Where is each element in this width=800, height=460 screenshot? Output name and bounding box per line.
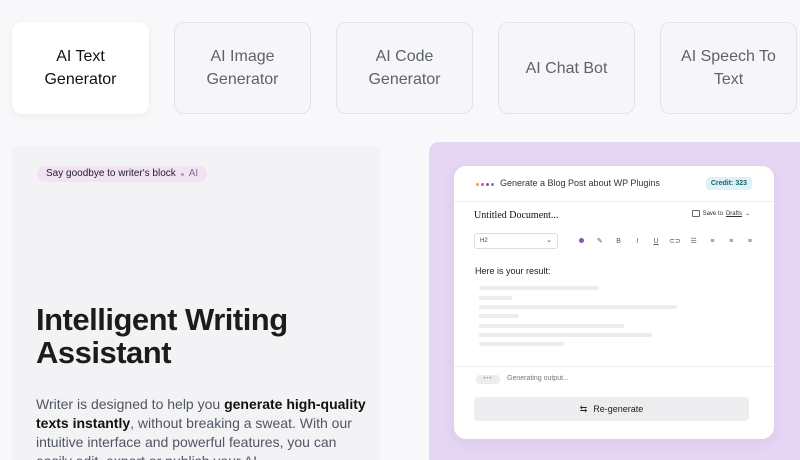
italic-icon[interactable]: I [631,238,643,245]
skeleton-line [479,324,624,328]
dot-1 [476,183,479,186]
dot-2 [481,183,484,186]
save-to-drafts-button[interactable]: Save to Drafts ⌄ [691,210,750,217]
tab-ai-chat-bot[interactable]: AI Chat Bot [498,22,635,114]
color-dot-icon[interactable] [575,237,587,245]
skeleton-line [479,314,519,318]
document-title[interactable]: Untitled Document... [474,210,558,221]
swap-arrows-icon: ⇆ [579,403,588,414]
toolbar-icons: ✎ B I U ⊂⊃ ☰ ≡ ≡ ≡ [575,237,756,245]
hero-badge-text: Say goodbye to writer's block [46,168,176,179]
align-left-icon[interactable]: ≡ [706,238,718,245]
editor-header: Generate a Blog Post about WP Plugins Cr… [454,166,774,202]
skeleton-line [479,305,677,309]
tab-ai-code-generator[interactable]: AI Code Generator [336,22,473,114]
separator-dot-icon [180,172,184,176]
skeleton-line [479,342,564,346]
link-icon[interactable]: ⊂⊃ [669,237,681,245]
preview-panel: Generate a Blog Post about WP Plugins Cr… [429,142,800,460]
hero-card: Say goodbye to writer's block AI Intelli… [12,145,380,460]
dot-4 [491,183,494,186]
skeleton-line [479,333,652,337]
regenerate-button[interactable]: ⇆ Re-generate [474,397,749,421]
skeleton-line [479,286,599,290]
align-center-icon[interactable]: ≡ [725,238,737,245]
chevron-down-icon: ⌄ [546,237,552,244]
chevron-down-icon: ⌄ [744,211,750,217]
formatting-toolbar: H2 ⌄ ✎ B I U ⊂⊃ ☰ ≡ ≡ ≡ [474,233,756,249]
generating-status: Generating output... [507,375,569,382]
heading-select-value: H2 [480,238,488,244]
loading-dots-icon: ••• [476,375,500,384]
desc-part-1: Writer is designed to help you [36,396,225,412]
tab-ai-image-generator[interactable]: AI Image Generator [174,22,311,114]
folder-icon [691,210,700,217]
hero-description: Writer is designed to help you generate … [36,395,368,460]
tab-ai-text-generator[interactable]: AI Text Generator [12,22,149,114]
hero-badge: Say goodbye to writer's block AI [37,166,208,182]
hero-headline: Intelligent Writing Assistant [36,302,288,370]
align-right-icon[interactable]: ≡ [744,238,756,245]
heading-select[interactable]: H2 ⌄ [474,233,558,249]
regenerate-label: Re-generate [593,404,644,414]
list-icon[interactable]: ☰ [688,237,700,245]
save-prefix: Save to [702,210,723,217]
hero-badge-tag: AI [188,168,199,179]
editor-window: Generate a Blog Post about WP Plugins Cr… [454,166,774,439]
dot-3 [486,183,489,186]
skeleton-line [479,296,512,300]
bold-icon[interactable]: B [613,238,625,245]
dots-icon [476,183,494,186]
save-target: Drafts [725,210,742,217]
credit-badge: Credit: 323 [705,177,752,190]
result-label: Here is your result: [475,266,551,276]
underline-icon[interactable]: U [650,238,662,245]
tab-ai-speech-to-text[interactable]: AI Speech To Text [660,22,797,114]
editor-prompt-title: Generate a Blog Post about WP Plugins [500,178,660,188]
editor-footer-divider [454,366,774,367]
tab-bar: AI Text Generator AI Image Generator AI … [12,22,797,114]
pen-icon[interactable]: ✎ [594,237,606,245]
